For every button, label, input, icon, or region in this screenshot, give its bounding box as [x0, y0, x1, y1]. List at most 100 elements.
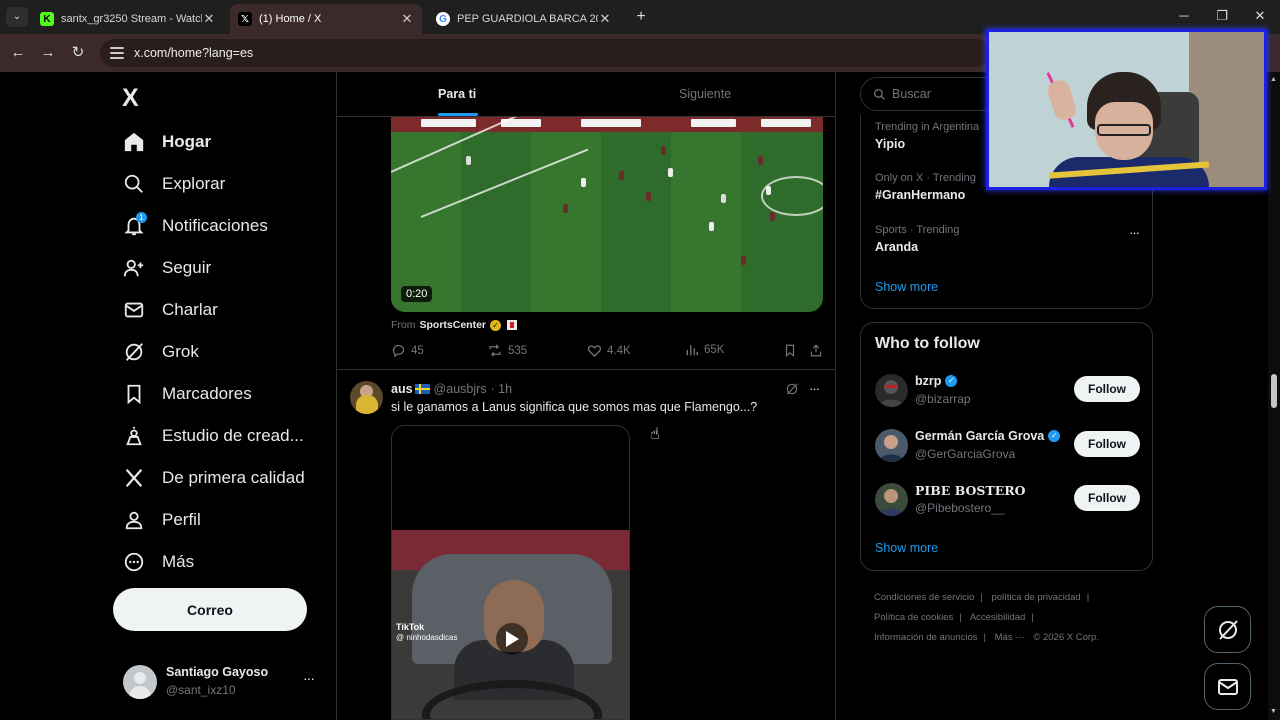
verified-icon: ✓	[1048, 430, 1061, 442]
grok-icon[interactable]	[785, 382, 799, 396]
avatar[interactable]	[350, 381, 383, 414]
sidebar-item-creator-studio[interactable]: Estudio de cread...	[122, 421, 304, 451]
page-scrollbar[interactable]: ▲ ▼	[1268, 72, 1280, 720]
close-tab-icon[interactable]: ✕	[202, 11, 216, 27]
post-video[interactable]: TikTok @ ninhodasdicas	[391, 425, 630, 720]
tiktok-watermark: TikTok @ ninhodasdicas	[396, 622, 458, 643]
user-name: Germán García Grova	[915, 429, 1045, 443]
more-dots-icon[interactable]: ···	[1129, 225, 1140, 240]
browser-tab-x[interactable]: 𝕏 (1) Home / X ✕	[230, 4, 422, 34]
browser-tab-kick[interactable]: K santx_gr3250 Stream - Watch L ✕	[32, 4, 224, 34]
search-icon	[122, 172, 146, 196]
sidebar-item-home[interactable]: Hogar	[122, 127, 211, 157]
author-handle[interactable]: @ausbjrs	[434, 382, 487, 396]
bookmark-button[interactable]	[783, 343, 802, 358]
kick-icon: K	[40, 12, 54, 26]
share-button[interactable]	[809, 343, 828, 358]
sidebar-item-bookmarks[interactable]: Marcadores	[122, 379, 252, 409]
trend-item[interactable]: Sports · Trending Aranda	[875, 224, 959, 254]
close-tab-icon[interactable]: ✕	[598, 11, 612, 27]
source-name[interactable]: SportsCenter	[420, 319, 487, 331]
sidebar-item-explore[interactable]: Explorar	[122, 169, 225, 199]
post-text: si le ganamos a Lanus significa que somo…	[391, 400, 758, 414]
sidebar-item-grok[interactable]: Grok	[122, 337, 199, 367]
footer-link[interactable]: Política de cookies	[874, 612, 953, 623]
repost-count: 535	[508, 344, 528, 357]
follow-suggestion[interactable]: Germán García Grova ✓ @GerGarciaGrova Fo…	[875, 427, 1140, 465]
sidebar-item-more[interactable]: Más	[122, 547, 194, 577]
tab-search-button[interactable]: ⌄	[6, 7, 28, 27]
verified-org-icon: ✓	[490, 319, 502, 331]
views-button[interactable]: 65K	[685, 343, 724, 357]
messages-fab-button[interactable]	[1204, 663, 1251, 710]
scroll-up-icon[interactable]: ▲	[1270, 76, 1277, 83]
restore-icon[interactable]: ❐	[1215, 8, 1229, 24]
browser-tab-google[interactable]: G PEP GUARDIOLA BARCA 2009 f ✕	[428, 4, 620, 34]
forward-icon[interactable]: →	[38, 43, 58, 63]
share-icon	[810, 344, 822, 357]
footer-link[interactable]: Información de anuncios	[874, 632, 978, 643]
follow-suggestion[interactable]: bzrp ✓ @bizarrap Follow	[875, 372, 1140, 410]
show-more-trends-link[interactable]: Show more	[875, 280, 938, 294]
avatar	[875, 374, 908, 407]
close-tab-icon[interactable]: ✕	[400, 11, 414, 27]
follow-button[interactable]: Follow	[1074, 431, 1140, 457]
grok-fab-button[interactable]	[1204, 606, 1251, 653]
new-tab-button[interactable]: +	[632, 7, 650, 27]
show-more-follow-link[interactable]: Show more	[875, 541, 938, 555]
sidebar-item-label: Perfil	[162, 510, 201, 529]
reply-count: 45	[411, 344, 424, 357]
footer-link[interactable]: Accesibilidad	[970, 612, 1025, 623]
more-dots-icon[interactable]: ···	[809, 381, 820, 396]
sidebar-item-notifications[interactable]: 1 Notificaciones	[122, 211, 268, 241]
footer-link[interactable]: Más ···	[995, 632, 1025, 643]
post-button[interactable]: Correo	[113, 588, 307, 631]
tab-title: (1) Home / X	[259, 13, 322, 25]
who-to-follow-title: Who to follow	[875, 335, 980, 352]
post-divider	[337, 369, 835, 370]
trend-item[interactable]: Trending in Argentina Yipio	[875, 121, 979, 151]
footer-link[interactable]: Condiciones de servicio	[874, 592, 974, 603]
play-icon[interactable]	[496, 623, 528, 655]
sidebar-item-label: De primera calidad	[162, 468, 305, 487]
tab-for-you[interactable]: Para ti	[438, 87, 476, 101]
footer-link[interactable]: política de privacidad	[991, 592, 1080, 603]
post-time[interactable]: · 1h	[491, 382, 513, 396]
sidebar-item-label: Grok	[162, 342, 199, 361]
avatar	[123, 665, 157, 699]
sidebar-item-premium[interactable]: De primera calidad	[122, 463, 305, 493]
address-bar[interactable]: x.com/home?lang=es	[100, 39, 990, 67]
author-name[interactable]: aus	[391, 382, 413, 396]
timeline-tabs: Para ti Siguiente	[337, 72, 835, 117]
scrollbar-thumb[interactable]	[1271, 374, 1277, 408]
account-switcher[interactable]: Santiago Gayoso @sant_ixz10 ···	[123, 664, 323, 704]
repost-button[interactable]: 535	[487, 343, 527, 358]
scroll-down-icon[interactable]: ▼	[1270, 708, 1277, 715]
follow-suggestion[interactable]: PIBE BOSTERO @Pibebostero__ Follow	[875, 481, 1140, 519]
post-video[interactable]: 0:20	[391, 116, 823, 312]
site-settings-icon[interactable]	[110, 47, 124, 59]
x-logo[interactable]: X	[122, 84, 139, 113]
reload-icon[interactable]: ↻	[68, 43, 88, 63]
suggested-user-handle: @GerGarciaGrova	[915, 447, 1016, 461]
follow-button[interactable]: Follow	[1074, 485, 1140, 511]
sidebar-item-chat[interactable]: Charlar	[122, 295, 218, 325]
post-actions: 45 535 4.4K 65K	[391, 343, 823, 361]
trend-item[interactable]: Only on X · Trending #GranHermano	[875, 172, 976, 202]
reply-button[interactable]: 45	[391, 343, 424, 358]
tab-following[interactable]: Siguiente	[679, 87, 731, 101]
minimize-icon[interactable]: ─	[1177, 8, 1191, 23]
sidebar-item-follow[interactable]: Seguir	[122, 253, 211, 283]
heart-icon	[587, 345, 602, 358]
tiktok-user: @ ninhodasdicas	[396, 633, 458, 642]
like-button[interactable]: 4.4K	[587, 343, 631, 358]
sidebar-item-label: Charlar	[162, 300, 218, 319]
grok-icon	[1218, 619, 1238, 640]
close-window-icon[interactable]: ✕	[1253, 8, 1267, 24]
sidebar-item-profile[interactable]: Perfil	[122, 505, 201, 535]
footer-links: Condiciones de servicio | política de pri…	[874, 592, 1099, 643]
more-dots-icon[interactable]: ···	[303, 670, 315, 686]
follow-button[interactable]: Follow	[1074, 376, 1140, 402]
back-icon[interactable]: ←	[8, 43, 28, 63]
search-placeholder: Buscar	[892, 87, 931, 101]
